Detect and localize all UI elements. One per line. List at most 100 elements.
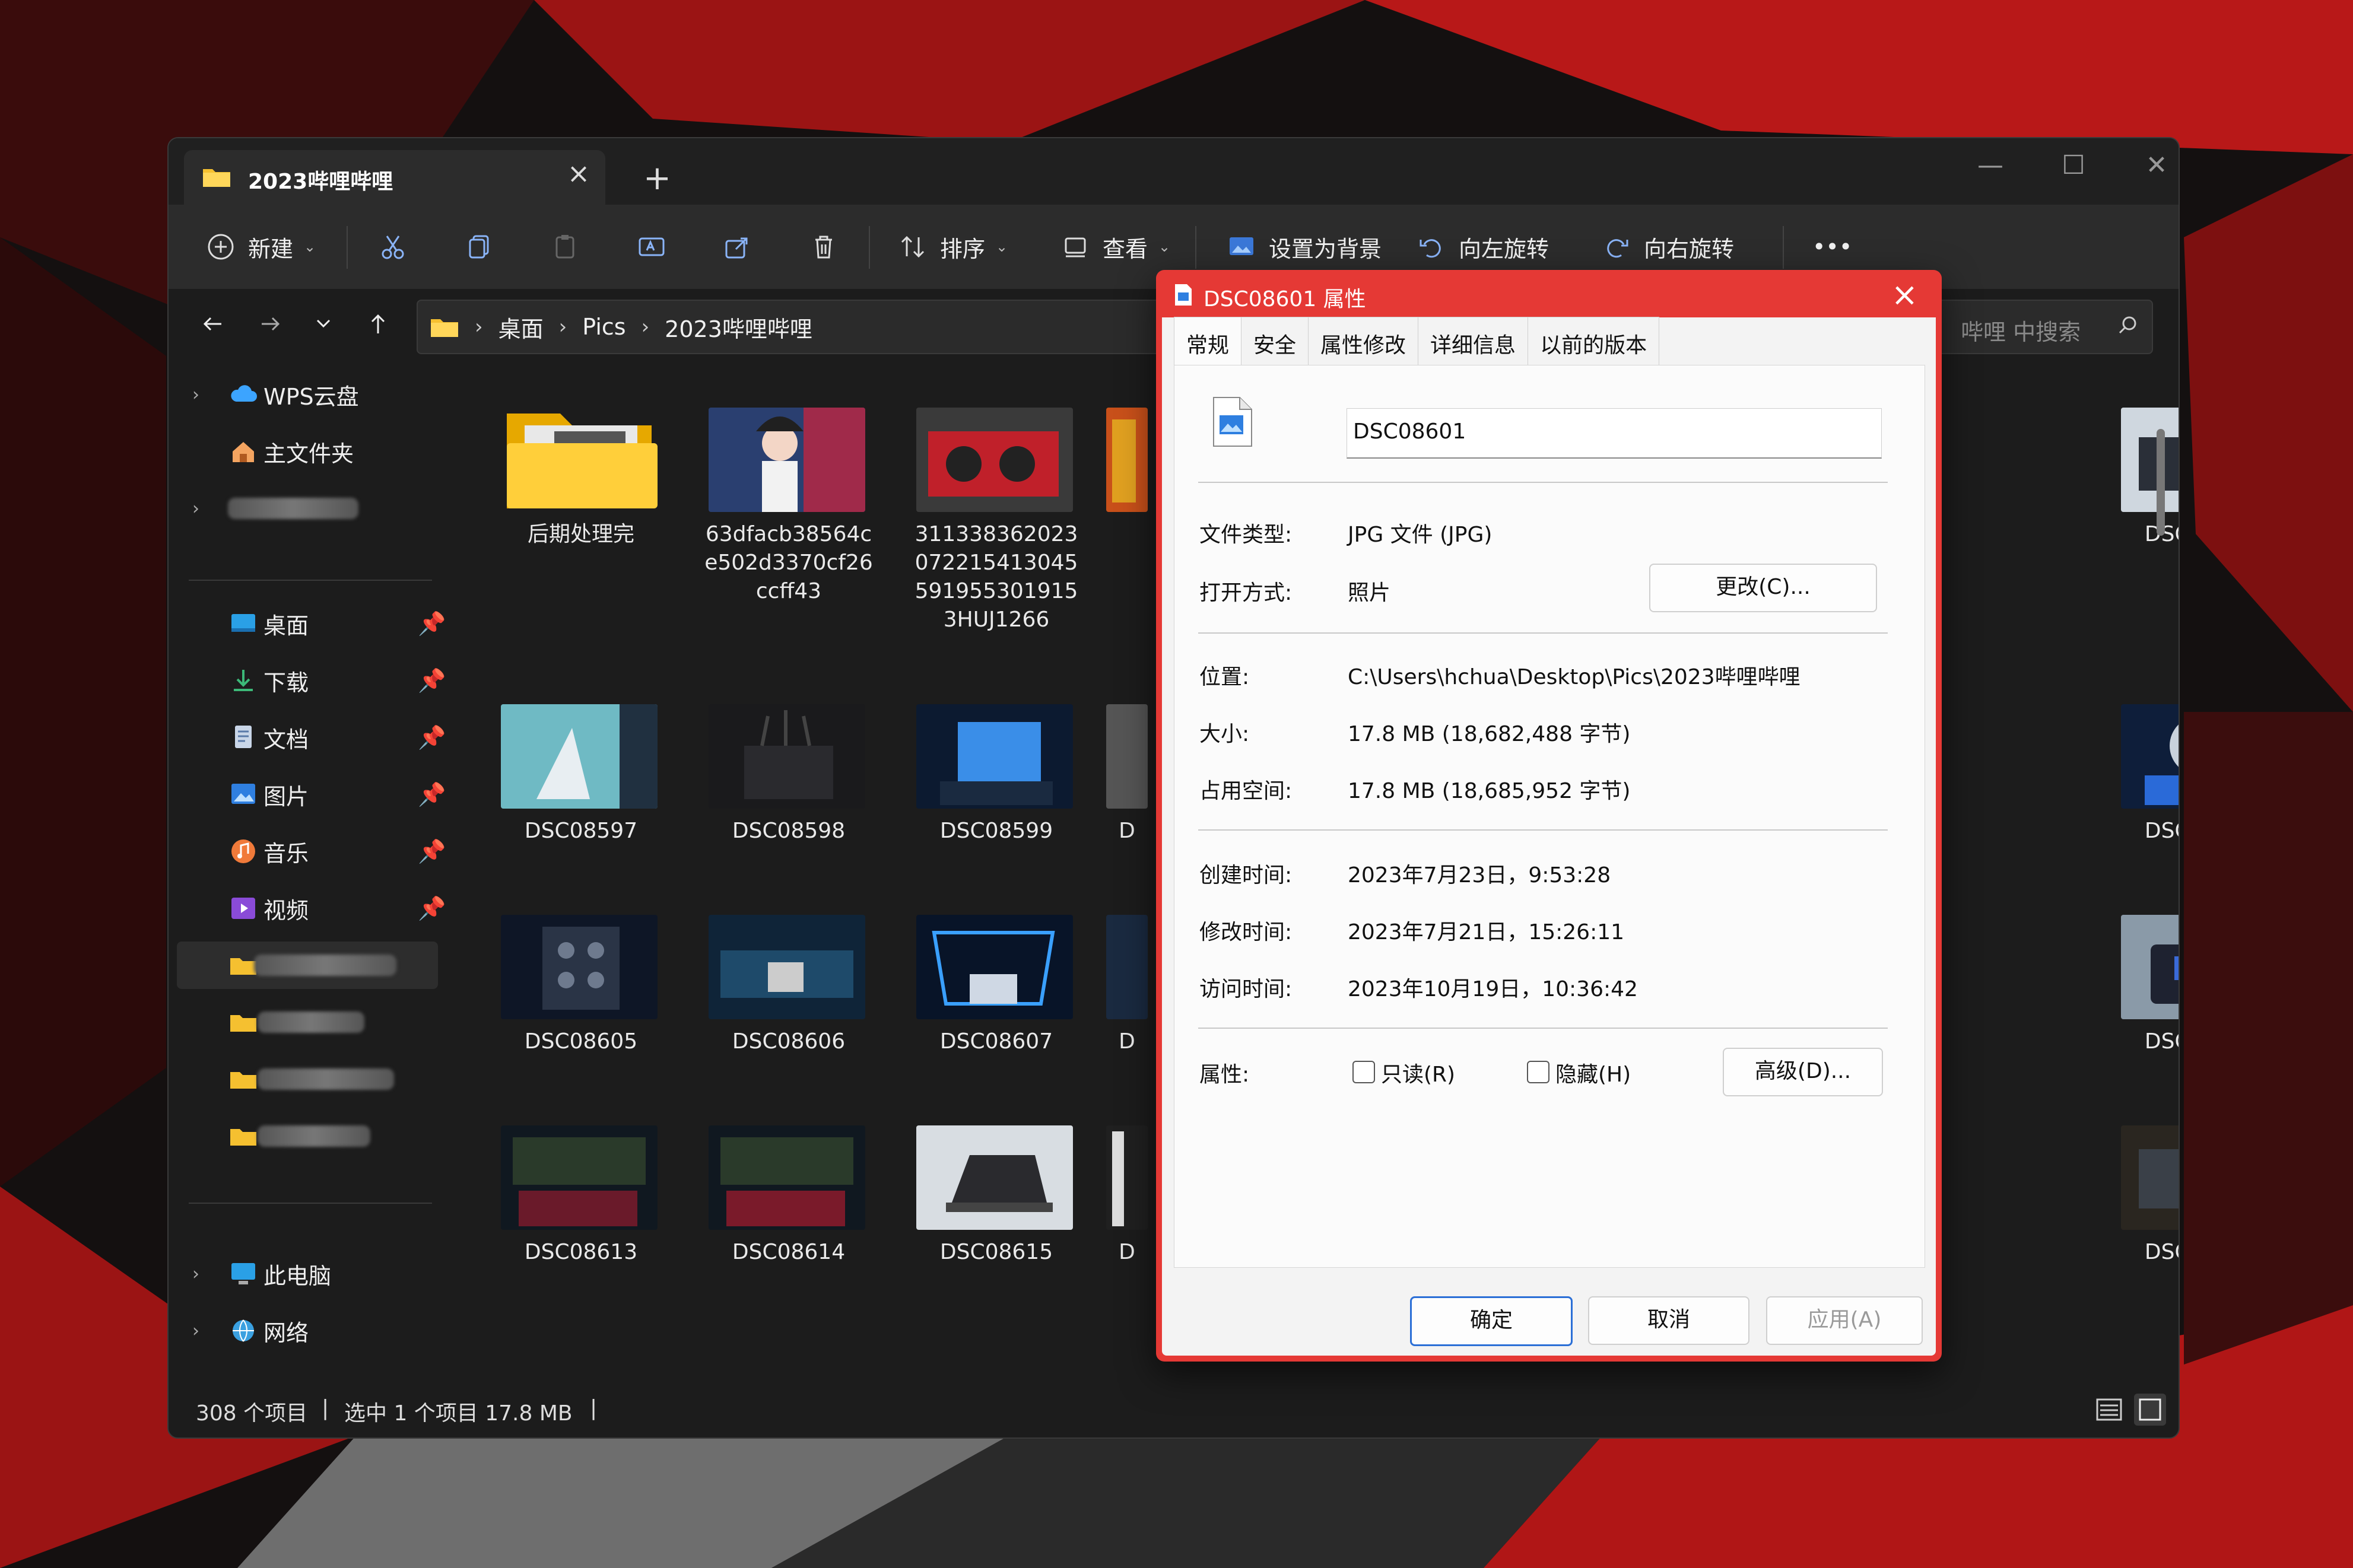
new-tab-icon[interactable]: +: [643, 162, 671, 195]
sidebar-item-pictures[interactable]: 图片 📌: [169, 771, 447, 818]
dialog-close-icon[interactable]: ×: [1891, 276, 1918, 313]
sidebar-item-blurred-folder[interactable]: [169, 1055, 447, 1103]
tab-previous-versions[interactable]: 以前的版本: [1528, 317, 1660, 365]
value-modified: 2023年7月21日，15:26:11: [1348, 920, 1625, 944]
photo-thumbnail: [1106, 915, 1148, 1019]
arrow-up-icon: [371, 314, 385, 333]
sidebar-item-blurred[interactable]: ›: [169, 485, 447, 532]
file-item[interactable]: 后期处理完: [483, 408, 661, 657]
breadcrumb-desktop[interactable]: 桌面: [498, 311, 544, 344]
general-tab-panel: DSC08601 文件类型: JPG 文件 (JPG) 打开方式: 照片 更改(…: [1174, 365, 1925, 1268]
photo-thumbnail: [709, 704, 865, 809]
rename-button[interactable]: [635, 205, 668, 289]
sidebar-item-music[interactable]: 音乐 📌: [169, 828, 447, 875]
file-item[interactable]: 63dfacb38564c e502d3370cf26 ccff43: [691, 408, 873, 657]
search-input[interactable]: 哔哩 中搜索: [1937, 300, 2153, 354]
chevron-right-icon: ›: [192, 1263, 199, 1284]
hidden-checkbox[interactable]: [1527, 1061, 1549, 1083]
recent-locations-button[interactable]: [303, 303, 344, 345]
copy-button[interactable]: [463, 205, 496, 289]
tab-security[interactable]: 安全: [1241, 317, 1309, 365]
sidebar-item-documents[interactable]: 文档 📌: [169, 714, 447, 761]
share-button[interactable]: [720, 205, 754, 289]
breadcrumb-pics[interactable]: Pics: [582, 314, 625, 340]
pin-icon: 📌: [418, 724, 446, 750]
file-name: DSC08604: [2144, 819, 2179, 843]
trash-icon: [815, 236, 832, 259]
cancel-button[interactable]: 取消: [1588, 1296, 1749, 1345]
file-item[interactable]: DSC08615: [898, 1125, 1077, 1375]
ok-button[interactable]: 确定: [1410, 1296, 1573, 1346]
tab-details[interactable]: 详细信息: [1418, 317, 1529, 365]
image-file-icon: [1175, 284, 1192, 306]
breadcrumb-current[interactable]: 2023哔哩哔哩: [665, 311, 812, 344]
file-item[interactable]: DSC08614: [691, 1125, 869, 1375]
sidebar-item-network[interactable]: › 网络: [169, 1307, 447, 1354]
computer-icon: [231, 1263, 255, 1284]
back-button[interactable]: [192, 303, 234, 345]
tab-title: 2023哔哩哔哩: [248, 170, 393, 194]
sidebar-item-blurred-folder-selected[interactable]: [177, 942, 438, 989]
cut-button[interactable]: [376, 205, 409, 289]
details-view-icon[interactable]: [2094, 1395, 2124, 1424]
cloud-icon: [231, 385, 257, 402]
file-name: DSC08614: [732, 1240, 846, 1264]
file-name: DSC08606: [732, 1029, 846, 1054]
file-item-partial[interactable]: [1106, 408, 1148, 657]
sidebar-item-videos[interactable]: 视频 📌: [169, 885, 447, 932]
rotate-right-label: 向右旋转: [1644, 236, 1735, 262]
value-size: 17.8 MB (18,682,488 字节): [1348, 722, 1631, 746]
sidebar-label-downloads: 下载: [263, 669, 309, 696]
file-item[interactable]: DSC08613: [483, 1125, 661, 1375]
title-bar: 2023哔哩哔哩 × + — ☐ ✕: [169, 138, 2179, 205]
pin-icon: 📌: [418, 838, 446, 864]
apply-button[interactable]: 应用(A): [1766, 1296, 1923, 1345]
file-item-partial[interactable]: D: [1106, 1125, 1148, 1375]
item-count: 308 个项目: [196, 1401, 308, 1426]
photo-thumbnail: [2121, 1125, 2179, 1230]
paste-button[interactable]: [548, 205, 582, 289]
delete-button[interactable]: [807, 205, 840, 289]
forward-button[interactable]: [249, 303, 291, 345]
blurred-label: [254, 955, 396, 976]
file-item[interactable]: DSC08620: [2103, 1125, 2179, 1375]
file-name: 311338362023 072215413045 591955301915 3…: [914, 522, 1078, 632]
vertical-scrollbar[interactable]: [2157, 429, 2165, 536]
photo-thumbnail: [916, 915, 1073, 1019]
tab-attribute-changer[interactable]: 属性修改: [1308, 317, 1419, 365]
minimize-icon[interactable]: —: [1967, 150, 2014, 180]
photo-thumbnail: [709, 1125, 865, 1230]
advanced-button[interactable]: 高级(D)...: [1723, 1048, 1883, 1096]
change-button[interactable]: 更改(C)...: [1649, 564, 1877, 612]
file-name-partial: D: [1119, 819, 1135, 843]
sidebar-item-blurred-folder[interactable]: [169, 998, 447, 1046]
view-button[interactable]: 查看 ⌄: [1059, 205, 1170, 289]
tab-general[interactable]: 常规: [1174, 317, 1242, 365]
tab-2023bilibili[interactable]: 2023哔哩哔哩 ×: [184, 150, 605, 205]
tab-close-icon[interactable]: ×: [564, 157, 593, 189]
readonly-checkbox[interactable]: [1352, 1061, 1375, 1083]
file-item[interactable]: 311338362023 072215413045 591955301915 3…: [898, 408, 1078, 657]
sidebar-item-desktop[interactable]: 桌面 📌: [169, 600, 447, 647]
sidebar-item-wps[interactable]: › WPS云盘: [169, 371, 447, 418]
sidebar-item-downloads[interactable]: 下载 📌: [169, 657, 447, 704]
sidebar-item-this-pc[interactable]: › 此电脑: [169, 1250, 447, 1297]
photo-thumbnail: [916, 408, 1073, 512]
large-icons-view-icon[interactable]: [2133, 1392, 2167, 1427]
new-button[interactable]: 新建 ⌄: [204, 205, 316, 289]
sidebar-label-wps: WPS云盘: [263, 383, 359, 410]
image-icon: [1230, 237, 1253, 255]
photo-thumbnail: [1106, 1125, 1148, 1230]
sidebar-item-blurred-folder[interactable]: [169, 1112, 447, 1160]
sidebar-item-home[interactable]: 主文件夹: [169, 428, 447, 475]
maximize-icon[interactable]: ☐: [2050, 150, 2097, 180]
sort-button[interactable]: 排序 ⌄: [896, 205, 1008, 289]
file-name-input[interactable]: DSC08601: [1347, 408, 1882, 459]
up-button[interactable]: [357, 303, 399, 345]
close-window-icon[interactable]: ✕: [2133, 150, 2179, 180]
sort-icon: [901, 236, 925, 258]
pin-icon: 📌: [418, 895, 446, 921]
file-name: DSC08612: [2144, 1029, 2179, 1054]
file-name: DSC08605: [524, 1029, 638, 1054]
file-item[interactable]: DSC08596: [2103, 408, 2179, 657]
